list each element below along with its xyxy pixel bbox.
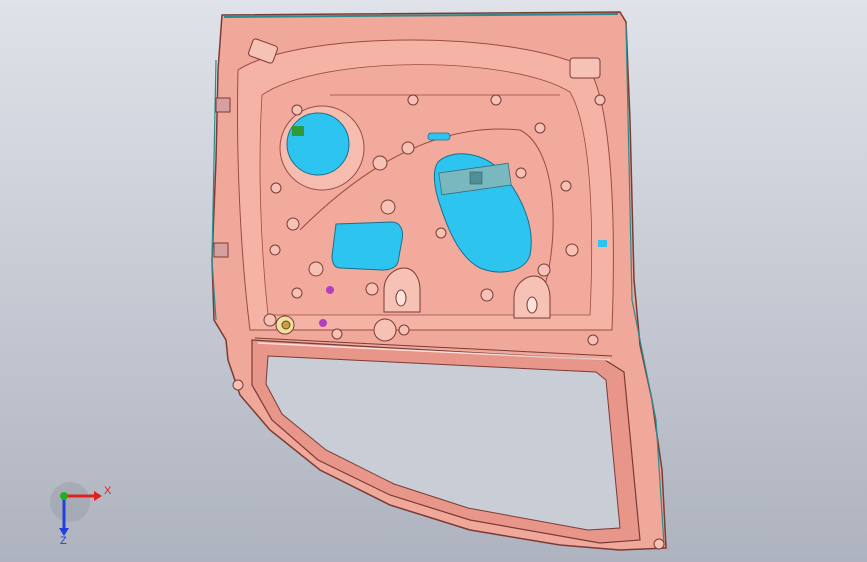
fastener bbox=[291, 287, 303, 299]
fastener bbox=[587, 334, 599, 346]
x-axis-label: X bbox=[104, 485, 112, 497]
fastener bbox=[560, 180, 572, 192]
fastener bbox=[286, 217, 300, 231]
speaker-hole bbox=[286, 112, 350, 176]
triad-origin-shading bbox=[50, 482, 90, 522]
fastener bbox=[407, 94, 419, 106]
axis-triad: X Z bbox=[44, 478, 116, 548]
fastener bbox=[380, 199, 396, 215]
fastener bbox=[401, 141, 415, 155]
fastener bbox=[435, 227, 447, 239]
fastener bbox=[565, 243, 579, 257]
marker-point bbox=[326, 286, 334, 294]
speaker-opening[interactable] bbox=[279, 105, 365, 191]
y-axis-dot bbox=[60, 492, 68, 500]
z-axis-label: Z bbox=[60, 535, 67, 547]
fastener bbox=[291, 104, 303, 116]
hinge-mount bbox=[215, 97, 231, 113]
small-tab bbox=[598, 240, 607, 247]
small-slot bbox=[427, 132, 451, 141]
fastener bbox=[653, 538, 665, 550]
fastener bbox=[365, 282, 379, 296]
fastener bbox=[398, 324, 410, 336]
upper-frame-inner bbox=[259, 64, 593, 316]
marker-point bbox=[319, 319, 327, 327]
fastener bbox=[308, 261, 324, 277]
fastener bbox=[263, 313, 277, 327]
corner-bracket bbox=[569, 57, 601, 79]
fastener bbox=[490, 94, 502, 106]
hinge-boss-left bbox=[383, 267, 421, 313]
speaker-clip bbox=[292, 126, 304, 136]
fastener bbox=[331, 328, 343, 340]
access-hole-middle[interactable] bbox=[331, 221, 403, 271]
fastener bbox=[534, 122, 546, 134]
fastener bbox=[537, 263, 551, 277]
fastener bbox=[594, 94, 606, 106]
fastener bbox=[515, 167, 527, 179]
fastener bbox=[480, 288, 494, 302]
fastener bbox=[232, 379, 244, 391]
door-inner-panel[interactable] bbox=[211, 11, 667, 551]
x-axis-arrowhead bbox=[94, 491, 102, 501]
fastener bbox=[270, 182, 282, 194]
hinge-mount bbox=[213, 242, 229, 258]
cad-viewport[interactable] bbox=[0, 0, 867, 562]
fastener bbox=[372, 155, 388, 171]
fastener bbox=[269, 244, 281, 256]
